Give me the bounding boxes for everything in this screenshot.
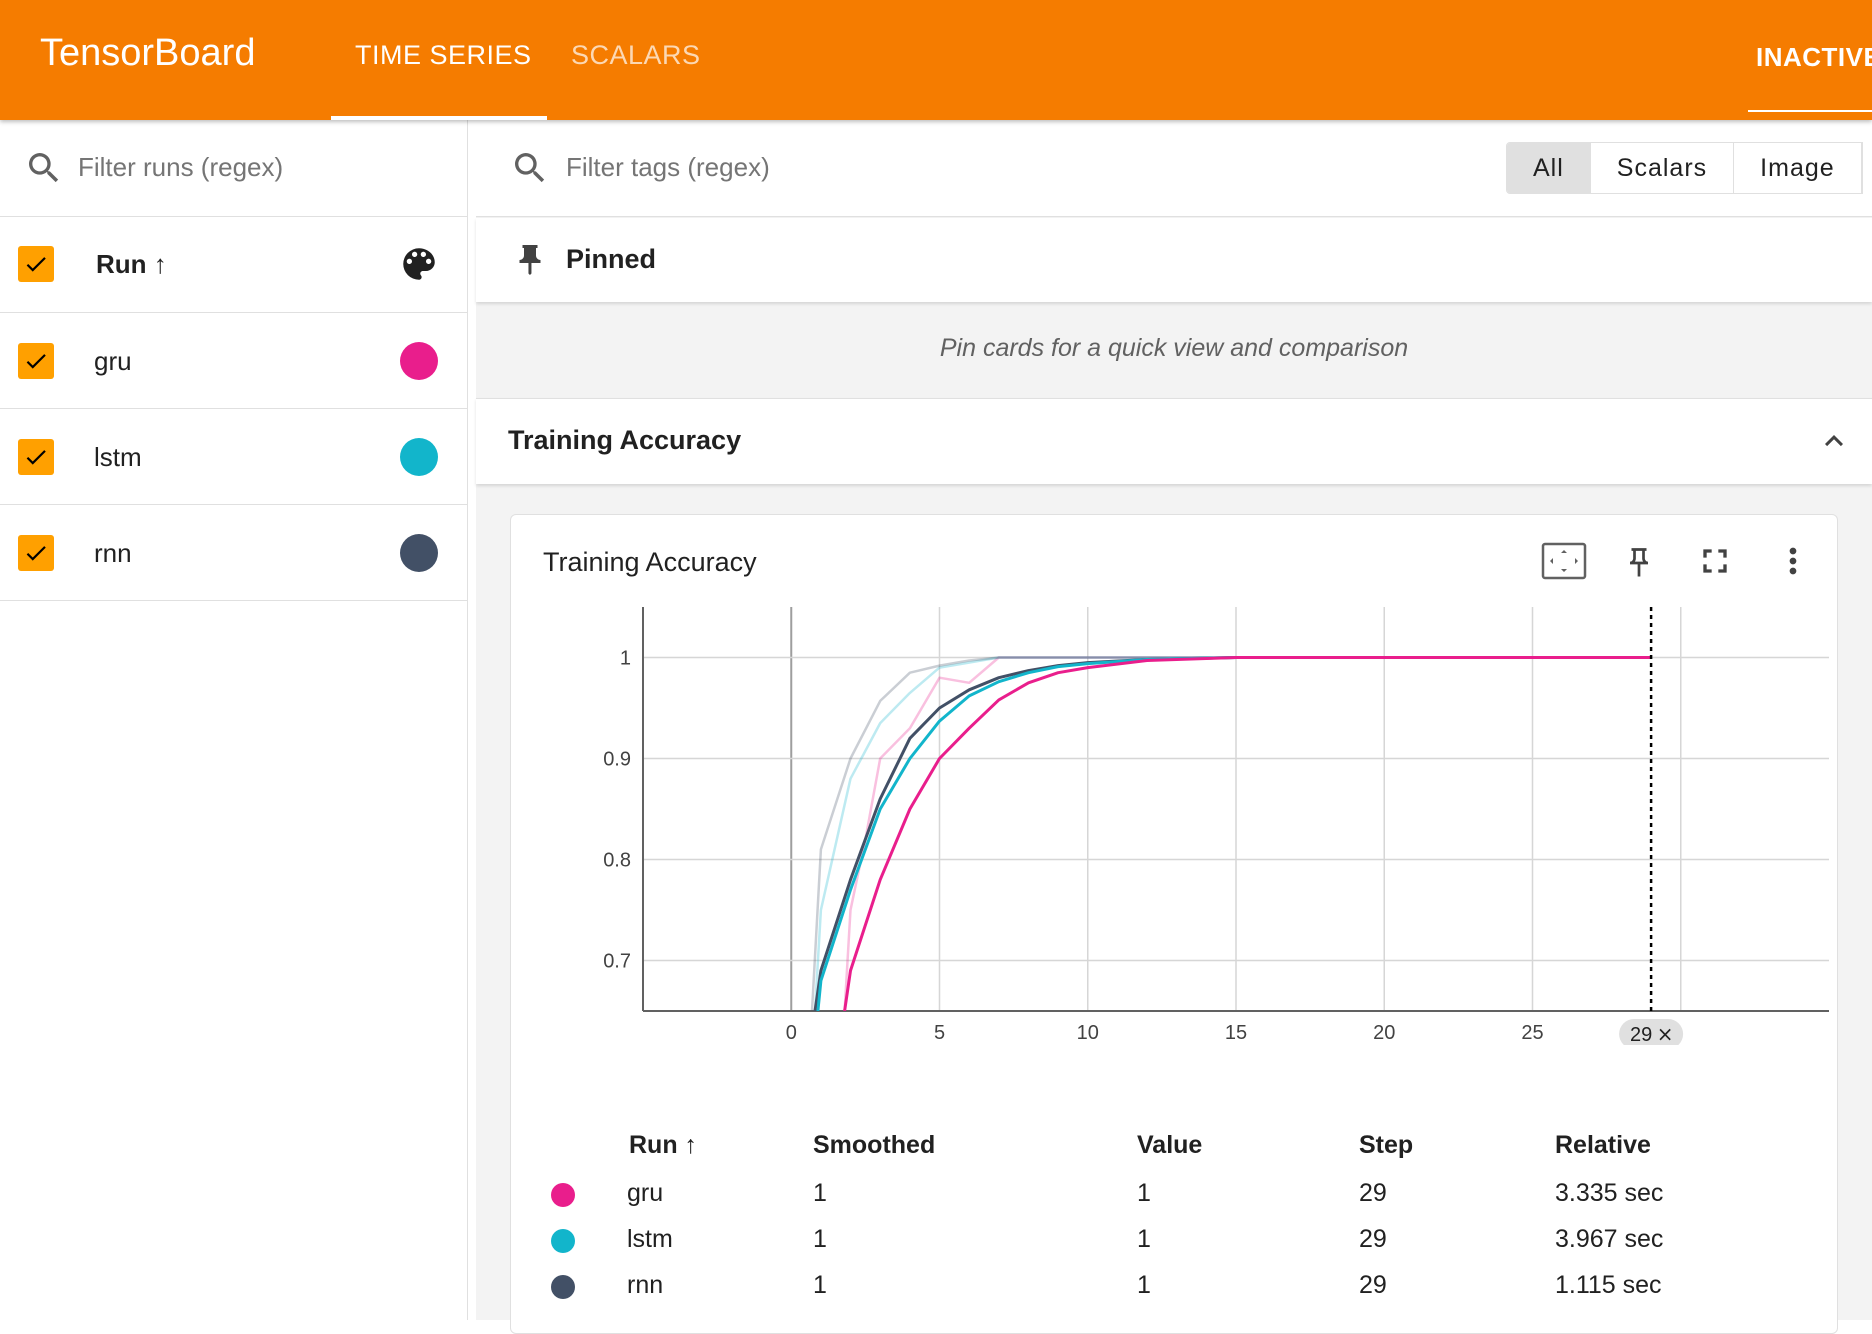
legend-step: 29 xyxy=(1359,1225,1387,1253)
x-tick-label: 0 xyxy=(786,1022,797,1044)
palette-icon[interactable] xyxy=(398,243,440,290)
y-tick-label: 1 xyxy=(620,648,631,670)
card-group-header[interactable]: Training Accuracy xyxy=(476,398,1872,484)
run-name: gru xyxy=(94,346,132,376)
series-line-rnn xyxy=(813,656,1652,1011)
legend-run: lstm xyxy=(627,1225,673,1253)
legend-smoothed: 1 xyxy=(813,1225,827,1253)
legend-header-relative: Relative xyxy=(1555,1131,1651,1159)
fullscreen-icon[interactable] xyxy=(1695,541,1735,586)
legend-smoothed: 1 xyxy=(813,1271,827,1299)
runs-sidebar: Filter runs (regex) Run ↑ gru lstm rnn xyxy=(0,120,468,1320)
x-tick-label: 25 xyxy=(1521,1022,1543,1044)
run-name: rnn xyxy=(94,538,132,568)
group-title: Training Accuracy xyxy=(508,425,742,455)
y-tick-label: 0.9 xyxy=(603,749,631,771)
legend-relative: 3.967 sec xyxy=(1555,1225,1664,1253)
run-color-swatch-gru[interactable] xyxy=(400,342,438,380)
legend-value: 1 xyxy=(1137,1179,1151,1207)
series-line-gru xyxy=(843,656,1652,1011)
legend-relative: 1.115 sec xyxy=(1555,1271,1662,1299)
runs-table-header: Run ↑ xyxy=(0,217,468,313)
tag-filter-input[interactable]: Filter tags (regex) xyxy=(566,152,770,183)
legend-step: 29 xyxy=(1359,1179,1387,1207)
legend-header-run[interactable]: Run ↑ xyxy=(629,1131,697,1160)
run-filter-input[interactable]: Filter runs (regex) xyxy=(78,152,283,183)
close-icon[interactable]: × xyxy=(1657,1022,1674,1045)
inactive-plugins-menu[interactable]: INACTIVE xyxy=(1756,42,1872,73)
x-tick-label: 5 xyxy=(934,1022,945,1044)
plot-area xyxy=(810,656,1652,1011)
type-filter-image[interactable]: Image xyxy=(1734,143,1862,193)
card-type-toggle: All Scalars Image xyxy=(1506,142,1863,194)
run-name: lstm xyxy=(94,442,142,472)
series-raw-line-lstm xyxy=(813,656,1652,1011)
run-row-rnn[interactable]: rnn xyxy=(0,505,468,601)
active-tab-indicator xyxy=(331,116,547,120)
pinned-section-header: Pinned xyxy=(476,218,1872,302)
legend-header-step: Step xyxy=(1359,1131,1414,1159)
legend-smoothed: 1 xyxy=(813,1179,827,1207)
y-tick-label: 0.8 xyxy=(603,850,631,872)
more-vert-icon[interactable] xyxy=(1773,541,1813,586)
type-filter-scalars[interactable]: Scalars xyxy=(1590,143,1735,193)
scalar-card: Training Accuracy 0.7 0.8 0.9 1 0 5 10 15 20 25 29… xyxy=(510,514,1838,1334)
legend-run: gru xyxy=(627,1179,664,1207)
run-checkbox-rnn[interactable] xyxy=(18,535,54,571)
legend-relative: 3.335 sec xyxy=(1555,1179,1664,1207)
tab-time-series[interactable]: TIME SERIES xyxy=(355,40,532,71)
y-tick-label: 0.7 xyxy=(603,951,631,973)
top-app-bar: TensorBoard TIME SERIES SCALARS INACTIVE xyxy=(0,0,1872,120)
legend-color-dot xyxy=(551,1183,575,1207)
legend-header-smoothed: Smoothed xyxy=(813,1131,936,1159)
fit-domain-icon[interactable] xyxy=(1541,541,1587,586)
pinned-title: Pinned xyxy=(566,244,657,274)
run-filter[interactable]: Filter runs (regex) xyxy=(0,120,468,217)
type-filter-all[interactable]: All xyxy=(1507,143,1591,193)
card-title: Training Accuracy xyxy=(543,547,757,577)
legend-color-dot xyxy=(551,1229,575,1253)
app-title: TensorBoard xyxy=(40,32,256,74)
pin-icon xyxy=(512,238,548,287)
tab-scalars[interactable]: SCALARS xyxy=(571,40,701,71)
search-icon xyxy=(24,148,64,193)
x-tick-label: 10 xyxy=(1077,1022,1099,1044)
search-icon xyxy=(510,148,550,193)
series-raw-line-gru xyxy=(843,656,1652,1011)
legend-run: rnn xyxy=(627,1271,664,1299)
run-column-sort[interactable]: Run ↑ xyxy=(96,249,167,280)
run-checkbox-gru[interactable] xyxy=(18,343,54,379)
run-color-swatch-lstm[interactable] xyxy=(400,438,438,476)
x-tick-label: 20 xyxy=(1373,1022,1395,1044)
legend-color-dot xyxy=(551,1275,575,1299)
legend-step: 29 xyxy=(1359,1271,1387,1299)
series-line-lstm xyxy=(816,656,1652,1011)
run-color-swatch-rnn[interactable] xyxy=(400,534,438,572)
step-badge-label: 29 xyxy=(1630,1024,1652,1045)
legend-header-value: Value xyxy=(1137,1131,1203,1159)
main-dashboard: Filter tags (regex) All Scalars Image Pi… xyxy=(476,120,1872,1334)
inactive-menu-underline xyxy=(1748,110,1872,112)
legend-value: 1 xyxy=(1137,1225,1151,1253)
run-checkbox-lstm[interactable] xyxy=(18,439,54,475)
run-row-lstm[interactable]: lstm xyxy=(0,409,468,505)
line-chart[interactable]: 0.70.80.910 5 10 15 20 25 29 × xyxy=(511,595,1839,1045)
pinned-empty-message: Pin cards for a quick view and compariso… xyxy=(939,334,1409,362)
tag-filter-bar: Filter tags (regex) All Scalars Image xyxy=(476,120,1872,217)
chevron-up-icon[interactable] xyxy=(1816,423,1852,464)
x-tick-label: 15 xyxy=(1225,1022,1247,1044)
pin-card-icon[interactable] xyxy=(1621,541,1657,590)
legend-value: 1 xyxy=(1137,1271,1151,1299)
run-row-gru[interactable]: gru xyxy=(0,313,468,409)
select-all-checkbox[interactable] xyxy=(18,246,54,282)
